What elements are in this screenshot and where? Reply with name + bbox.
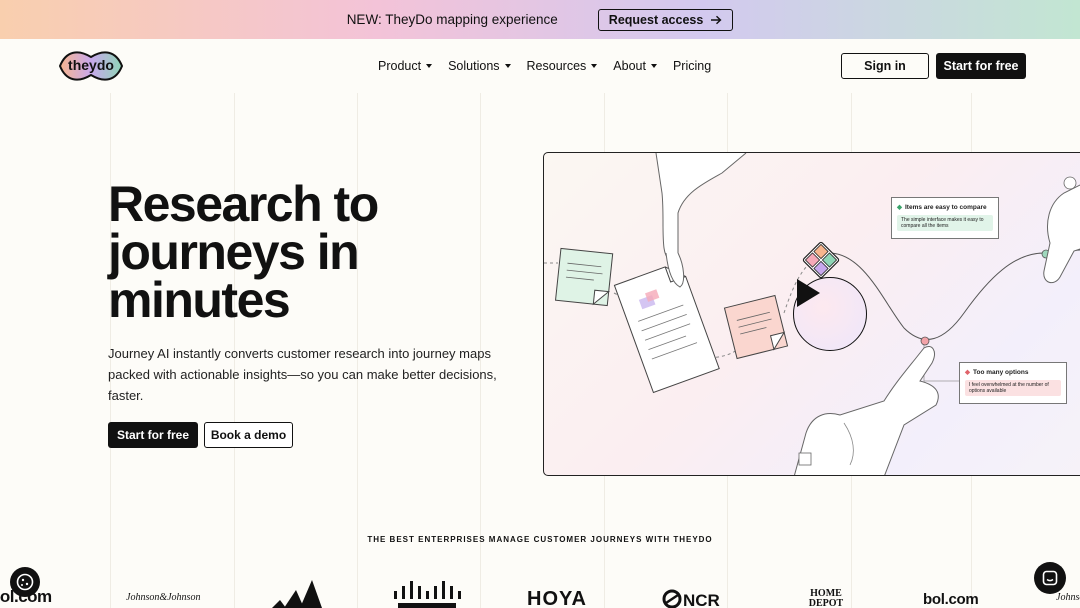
caret-down-icon xyxy=(591,64,598,68)
arrow-right-icon xyxy=(711,15,722,24)
nav-item-label: Solutions xyxy=(448,59,500,73)
insight-card-compare: ◆ Items are easy to compare The simple i… xyxy=(891,197,999,239)
request-access-button[interactable]: Request access xyxy=(597,8,734,31)
nav-menu: Product Solutions Resources About Pricin… xyxy=(378,39,711,93)
nav-item-about[interactable]: About xyxy=(613,59,657,73)
logo-text: theydo xyxy=(68,57,114,73)
announcement-bar: NEW: TheyDo mapping experience Request a… xyxy=(0,0,1080,39)
card-compare-title: Items are easy to compare xyxy=(905,203,987,211)
caret-down-icon xyxy=(426,64,433,68)
cisco-logo xyxy=(392,581,462,608)
brand-logo-strip: bol.com Johnson&Johnson HOYA NCR HOME DE… xyxy=(0,575,1080,608)
sign-in-button[interactable]: Sign in xyxy=(841,53,929,79)
warning-icon: ◆ xyxy=(965,369,970,376)
brand-logo: bol.com xyxy=(923,591,979,608)
card-compare-body: The simple interface makes it easy to co… xyxy=(897,215,993,231)
book-demo-button[interactable]: Book a demo xyxy=(204,422,293,448)
main-navigation: theydo Product Solutions Resources About… xyxy=(0,39,1080,93)
hero-description: Journey AI instantly converts customer r… xyxy=(108,346,497,403)
sparkle-icon: ◆ xyxy=(897,204,902,211)
theydo-logo[interactable]: theydo xyxy=(56,47,126,85)
card-options-body: I feel overwhelmed at the number of opti… xyxy=(965,380,1061,396)
hero-start-free-button[interactable]: Start for free xyxy=(108,422,198,448)
nav-item-product[interactable]: Product xyxy=(378,59,433,73)
insight-card-options: ◆ Too many options I feel overwhelmed at… xyxy=(959,362,1067,404)
chat-icon xyxy=(1042,570,1058,586)
caret-down-icon xyxy=(650,64,657,68)
brand-logo: Johnson&Johnson xyxy=(1056,592,1080,603)
chat-launcher-button[interactable] xyxy=(1034,562,1066,594)
nav-item-label: About xyxy=(613,59,646,73)
nav-item-pricing[interactable]: Pricing xyxy=(673,59,711,73)
caret-down-icon xyxy=(504,64,511,68)
nav-item-resources[interactable]: Resources xyxy=(527,59,598,73)
adidas-logo xyxy=(266,578,328,608)
announcement-text: NEW: TheyDo mapping experience xyxy=(346,12,558,27)
card-options-title: Too many options xyxy=(973,368,1029,376)
nav-item-label: Resources xyxy=(526,59,587,73)
nav-item-solutions[interactable]: Solutions xyxy=(448,59,511,73)
hero-title: Research to journeys in minutes xyxy=(108,176,379,328)
cookie-icon xyxy=(16,573,34,591)
play-icon xyxy=(797,279,820,307)
play-button[interactable] xyxy=(793,277,867,351)
brand-logo: HOYA xyxy=(527,588,587,608)
hero-video[interactable]: ◆ Items are easy to compare The simple i… xyxy=(543,152,1080,476)
ncr-text: NCR xyxy=(683,591,720,608)
brand-logo: Johnson&Johnson xyxy=(126,592,201,603)
ncr-logo: NCR xyxy=(658,589,728,608)
cookie-settings-button[interactable] xyxy=(10,567,40,597)
nav-start-free-button[interactable]: Start for free xyxy=(936,53,1026,79)
nav-item-label: Product xyxy=(378,59,422,73)
enterprise-heading: THE BEST ENTERPRISES MANAGE CUSTOMER JOU… xyxy=(367,535,713,544)
request-access-label: Request access xyxy=(608,12,704,27)
nav-item-label: Pricing xyxy=(672,59,712,73)
brand-logo: HOME DEPOT xyxy=(808,588,844,608)
